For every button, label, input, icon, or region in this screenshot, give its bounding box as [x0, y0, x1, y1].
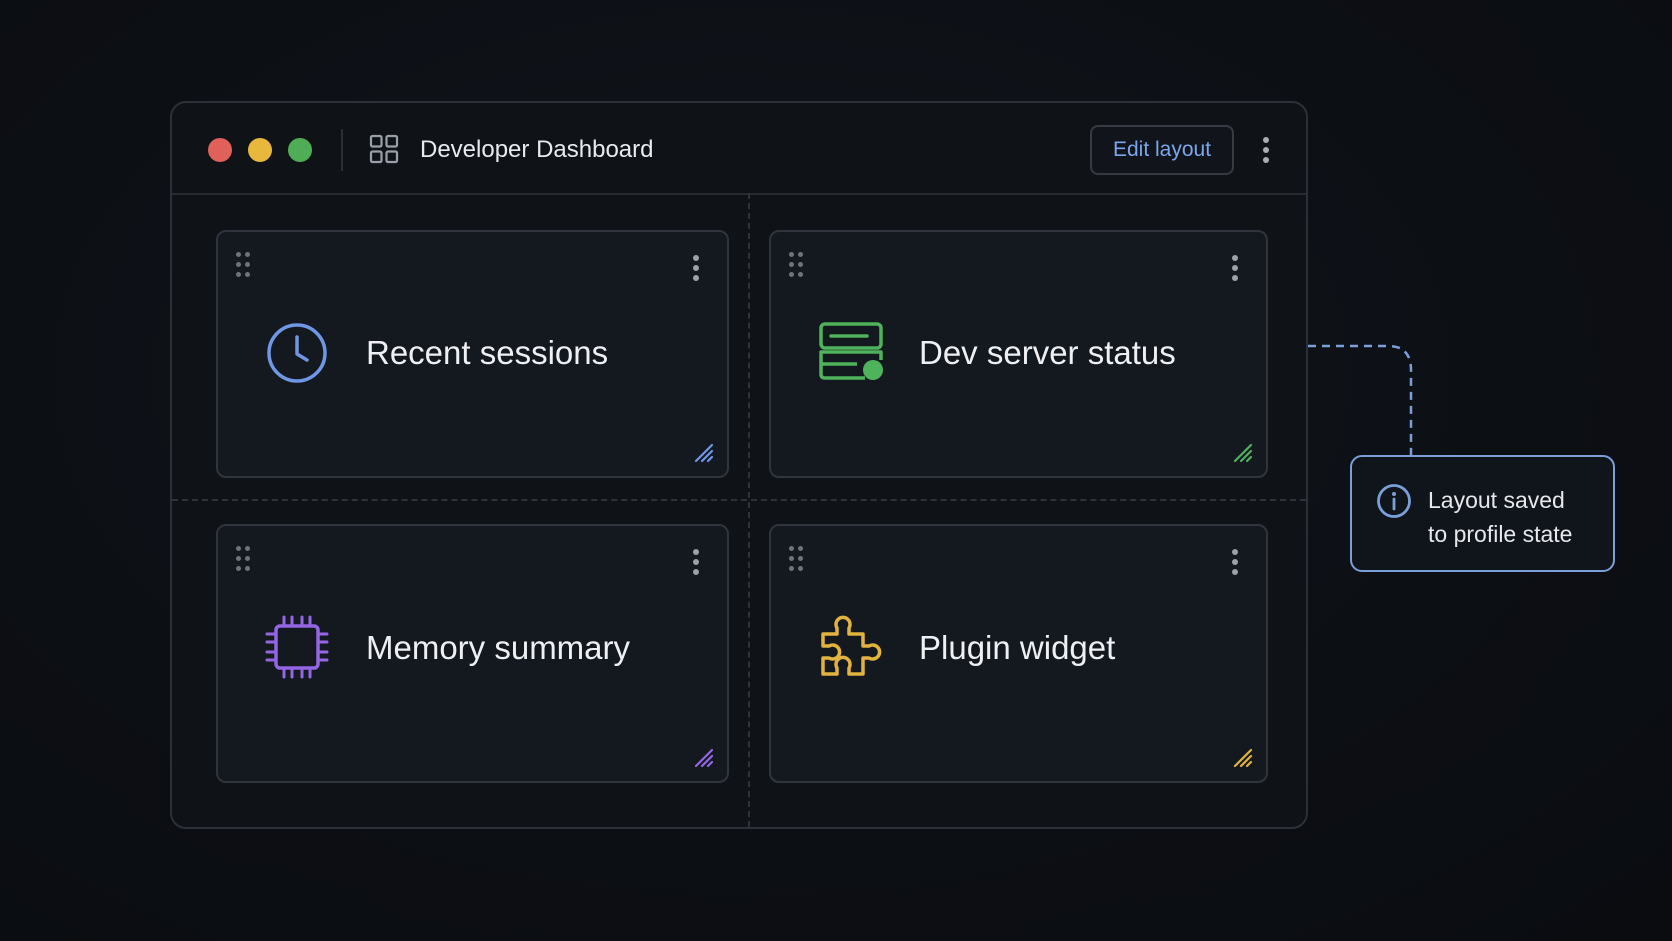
more-vertical-icon[interactable]: [1261, 134, 1271, 166]
drag-handle-icon[interactable]: [236, 252, 254, 278]
widget-menu-icon[interactable]: [691, 252, 701, 284]
drag-handle-icon[interactable]: [236, 546, 254, 572]
resize-handle-icon[interactable]: [1232, 442, 1254, 464]
server-status-icon: [819, 322, 883, 380]
widget-title: Dev server status: [919, 334, 1176, 371]
widget-title: Memory summary: [366, 629, 631, 666]
puzzle-icon: [821, 615, 882, 676]
widget-title: Plugin widget: [919, 629, 1116, 666]
info-icon: [1377, 484, 1411, 518]
title-bar-divider: [341, 129, 343, 171]
grid-divider-vertical: [748, 193, 750, 827]
widget-recent-sessions[interactable]: Recent sessions: [216, 230, 729, 478]
toast-message-line-2: to profile state: [1428, 521, 1573, 547]
widget-menu-icon[interactable]: [1230, 546, 1240, 578]
resize-handle-icon[interactable]: [693, 747, 715, 769]
grid-icon: [369, 134, 399, 164]
title-bar: Developer Dashboard Edit layout: [172, 103, 1306, 195]
drag-handle-icon[interactable]: [789, 252, 807, 278]
widget-title: Recent sessions: [366, 334, 609, 371]
widget-dev-server-status[interactable]: Dev server status: [769, 230, 1268, 478]
maximize-window-button[interactable]: [288, 138, 312, 162]
widget-plugin[interactable]: Plugin widget: [769, 524, 1268, 783]
window-title: Developer Dashboard: [420, 136, 654, 163]
drag-handle-icon[interactable]: [789, 546, 807, 572]
toast-message-line-1: Layout saved: [1428, 487, 1565, 513]
widget-menu-icon[interactable]: [691, 546, 701, 578]
layout-saved-toast: Layout saved to profile state: [1350, 455, 1615, 572]
resize-handle-icon[interactable]: [1232, 747, 1254, 769]
close-window-button[interactable]: [208, 138, 232, 162]
edit-layout-button[interactable]: Edit layout: [1090, 125, 1234, 175]
widget-menu-icon[interactable]: [1230, 252, 1240, 284]
grid-divider-horizontal: [172, 499, 1306, 501]
callout-connector: [1308, 344, 1413, 456]
resize-handle-icon[interactable]: [693, 442, 715, 464]
minimize-window-button[interactable]: [248, 138, 272, 162]
dashboard-window: Developer Dashboard Edit layout Recent s…: [170, 101, 1308, 829]
clock-icon: [267, 323, 327, 383]
chip-icon: [265, 615, 329, 679]
widget-memory-summary[interactable]: Memory summary: [216, 524, 729, 783]
